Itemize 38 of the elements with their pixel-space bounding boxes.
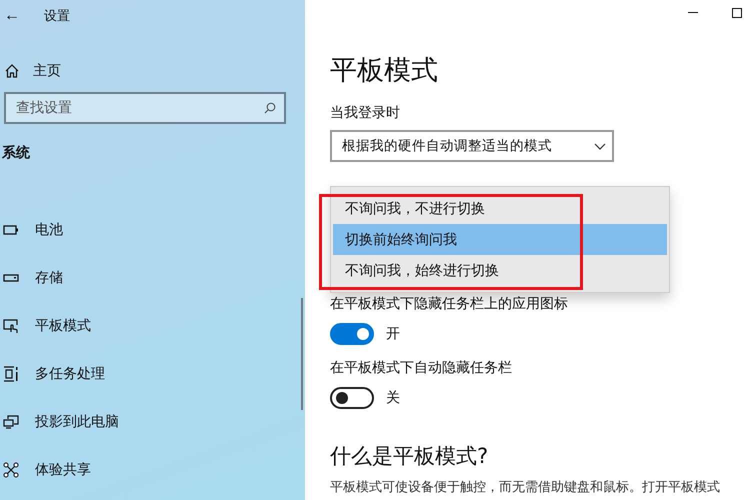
section-heading: 系统 xyxy=(2,144,31,162)
scrollbar[interactable] xyxy=(301,298,303,410)
minimize-icon[interactable] xyxy=(688,12,698,14)
mode-select[interactable]: 根据我的硬件自动调整适当的模式 xyxy=(330,130,614,162)
search-field[interactable]: 查找设置 xyxy=(4,92,286,124)
section-title: 什么是平板模式? xyxy=(330,443,490,470)
sidebar-item[interactable]: 平板模式 xyxy=(0,302,305,350)
multitask-icon xyxy=(3,366,19,382)
setting-label: 在平板模式下隐藏任务栏上的应用图标 xyxy=(330,295,569,313)
sidebar-item[interactable]: 存储 xyxy=(0,254,305,302)
sidebar-item[interactable]: 体验共享 xyxy=(0,446,305,494)
battery-icon xyxy=(3,225,19,235)
toggle-state: 开 xyxy=(386,325,400,343)
chevron-icon xyxy=(594,142,606,150)
page-title: 平板模式 xyxy=(330,54,439,88)
description-text: 平板模式可使设备便于触控，而无需借助键盘和鼠标。打开平板模式 xyxy=(330,479,721,496)
projector-screen-icon xyxy=(3,415,19,429)
sidebar-item[interactable]: 投影到此电脑 xyxy=(0,398,305,446)
dropdown-option[interactable]: 不询问我，不进行切换 xyxy=(333,193,667,224)
field-label: 当我登录时 xyxy=(330,104,401,122)
search-input[interactable]: 查找设置 xyxy=(14,99,218,117)
home-icon xyxy=(5,64,19,78)
share-icon xyxy=(3,462,19,478)
tablet-touch-icon xyxy=(3,318,19,334)
toggle-state: 关 xyxy=(386,389,400,407)
sidebar-item[interactable]: 电池 xyxy=(0,206,305,254)
toggle-switch[interactable] xyxy=(330,323,374,345)
window-title: 设置 xyxy=(44,8,70,25)
maximize-icon[interactable] xyxy=(732,8,742,18)
home-item[interactable]: 主页 xyxy=(0,56,305,86)
search-icon xyxy=(264,102,276,114)
drive-icon xyxy=(3,274,19,282)
dropdown-option[interactable]: 不询问我，始终进行切换 xyxy=(333,255,667,286)
setting-label: 在平板模式下自动隐藏任务栏 xyxy=(330,359,513,377)
dropdown-option[interactable]: 切换前始终询问我 xyxy=(333,224,667,255)
toggle-switch[interactable] xyxy=(330,387,374,409)
back-button[interactable]: ← xyxy=(0,7,44,25)
sidebar-item[interactable]: 多任务处理 xyxy=(0,350,305,398)
